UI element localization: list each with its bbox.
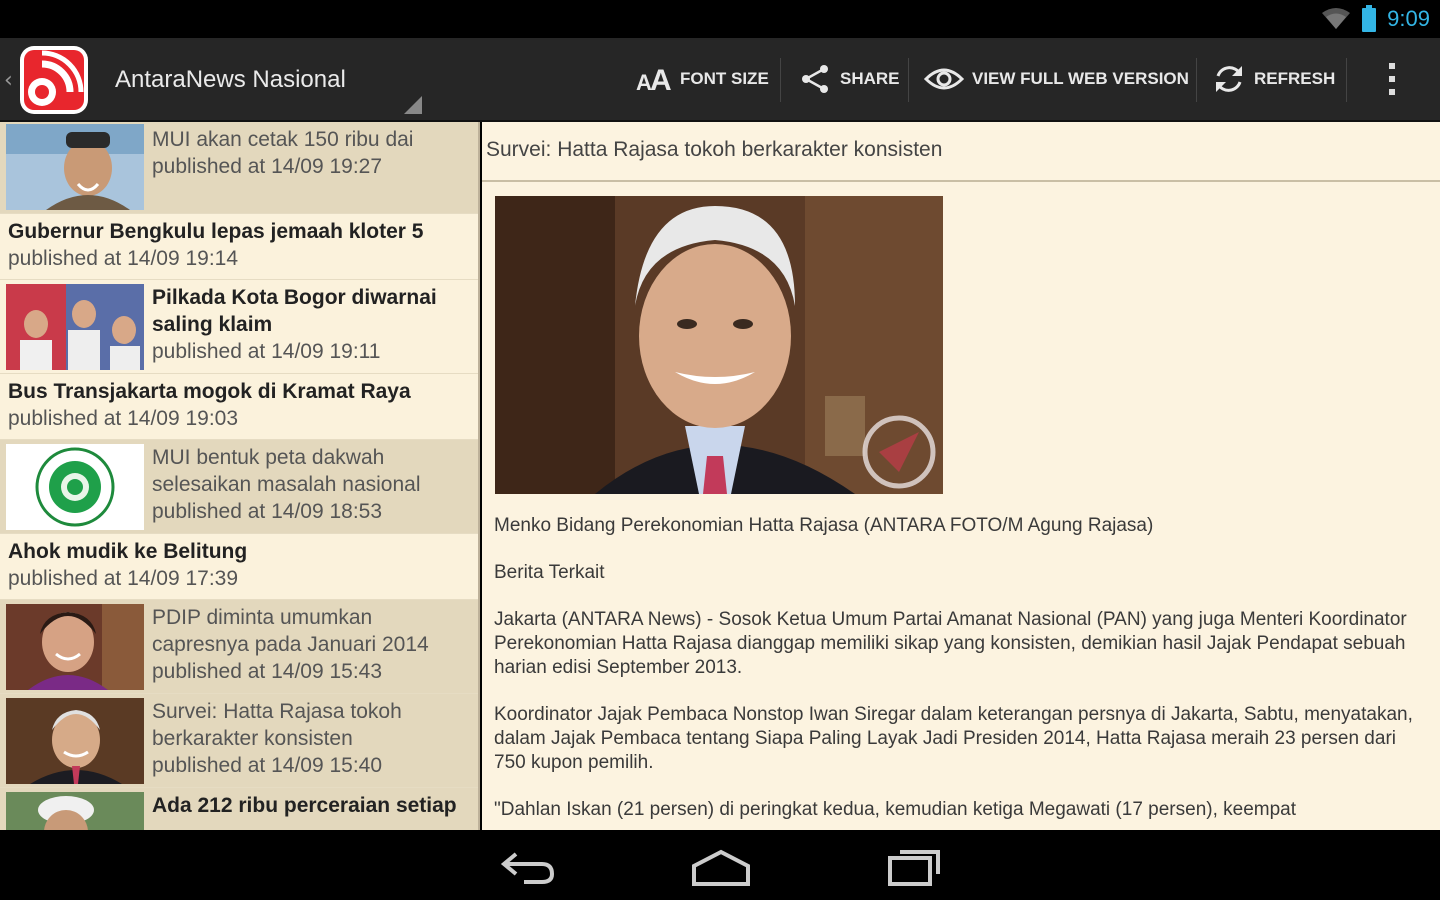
app-title[interactable]: AntaraNews Nasional <box>115 66 346 94</box>
article-thumbnail <box>6 604 144 690</box>
article-title: Gubernur Bengkulu lepas jemaah kloter 5 <box>8 220 424 243</box>
list-item[interactable]: Pilkada Kota Bogor diwarnai saling klaim… <box>0 280 478 374</box>
list-item[interactable]: Ada 212 ribu perceraian setiap <box>0 788 478 830</box>
list-item[interactable]: Survei: Hatta Rajasa tokoh berkarakter k… <box>0 694 478 788</box>
eye-icon <box>924 68 964 90</box>
article-published: published at 14/09 19:14 <box>8 247 239 270</box>
photo-caption: Menko Bidang Perekonomian Hatta Rajasa (… <box>494 515 1154 536</box>
list-item[interactable]: PDIP diminta umumkan capresnya pada Janu… <box>0 600 478 694</box>
list-item[interactable]: Gubernur Bengkulu lepas jemaah kloter 5 … <box>0 214 478 280</box>
article-detail[interactable]: Survei: Hatta Rajasa tokoh berkarakter k… <box>482 122 1440 830</box>
list-item[interactable]: MUI akan cetak 150 ribu dai published at… <box>0 122 478 214</box>
list-item-text: Bus Transjakarta mogok di Kramat Raya pu… <box>0 374 478 436</box>
article-title: MUI bentuk peta dakwah selesaikan masala… <box>152 446 421 496</box>
list-item[interactable]: Bus Transjakarta mogok di Kramat Raya pu… <box>0 374 478 440</box>
font-size-button[interactable]: A A FONT SIZE <box>636 38 769 120</box>
clock: 9:09 <box>1387 6 1430 31</box>
share-button[interactable]: SHARE <box>800 38 900 120</box>
article-published: published at 14/09 19:03 <box>8 407 239 430</box>
article-title: Ada 212 ribu perceraian setiap <box>152 794 457 817</box>
home-icon[interactable] <box>686 844 756 888</box>
article-body: Menko Bidang Perekonomian Hatta Rajasa (… <box>494 514 1414 830</box>
action-bar: ‹ AntaraNews Nasional A A FONT SIZE SHAR… <box>0 38 1440 122</box>
font-size-label: FONT SIZE <box>680 69 769 88</box>
divider <box>780 58 781 102</box>
recent-apps-icon[interactable] <box>880 844 950 888</box>
overflow-menu-button[interactable] <box>1380 38 1404 120</box>
up-caret-icon[interactable]: ‹ <box>4 68 13 93</box>
divider <box>482 180 1440 182</box>
font-size-icon: A A <box>636 64 672 94</box>
article-thumbnail <box>6 792 144 830</box>
app-logo-icon[interactable] <box>18 44 90 116</box>
article-published: published at 14/09 19:11 <box>152 340 381 363</box>
article-title: MUI akan cetak 150 ribu dai <box>152 128 414 151</box>
share-icon <box>802 65 828 93</box>
view-full-web-label: VIEW FULL WEB VERSION <box>972 69 1189 88</box>
navigation-bar <box>0 830 1440 900</box>
article-thumbnail <box>6 444 144 530</box>
refresh-icon <box>1216 66 1242 92</box>
overflow-menu-icon <box>1389 63 1395 95</box>
share-label: SHARE <box>840 69 900 88</box>
article-list[interactable]: MUI akan cetak 150 ribu dai published at… <box>0 122 480 830</box>
article-title: Ahok mudik ke Belitung <box>8 540 248 563</box>
wifi-icon <box>1322 8 1351 29</box>
article-thumbnail <box>6 284 144 370</box>
refresh-label: REFRESH <box>1254 69 1336 88</box>
article-title: PDIP diminta umumkan capresnya pada Janu… <box>152 606 429 656</box>
body-paragraph: Jakarta (ANTARA News) - Sosok Ketua Umum… <box>494 609 1407 678</box>
article-published: published at 14/09 15:43 <box>152 660 383 683</box>
related-heading[interactable]: Berita Terkait <box>494 561 1414 585</box>
battery-icon <box>1362 5 1377 32</box>
body-paragraph: Koordinator Jajak Pembaca Nonstop Iwan S… <box>494 704 1413 773</box>
list-item[interactable]: Ahok mudik ke Belitung published at 14/0… <box>0 534 478 600</box>
divider <box>1196 58 1197 102</box>
article-thumbnail <box>6 698 144 784</box>
detail-title: Survei: Hatta Rajasa tokoh berkarakter k… <box>486 138 943 161</box>
back-icon[interactable] <box>494 844 564 888</box>
list-item[interactable]: MUI bentuk peta dakwah selesaikan masala… <box>0 440 478 534</box>
article-published: published at 14/09 18:53 <box>152 500 383 523</box>
article-published: published at 14/09 17:39 <box>8 567 239 590</box>
list-item-text: Ahok mudik ke Belitung published at 14/0… <box>0 534 478 596</box>
article-published: published at 14/09 15:40 <box>152 754 383 777</box>
spinner-indicator-icon[interactable] <box>404 96 422 114</box>
divider <box>908 58 909 102</box>
article-thumbnail <box>6 124 144 210</box>
list-item-text: Gubernur Bengkulu lepas jemaah kloter 5 … <box>0 214 478 276</box>
refresh-button[interactable]: REFRESH <box>1212 38 1335 120</box>
body-paragraph: "Dahlan Iskan (21 persen) di peringkat k… <box>494 799 1297 820</box>
article-title: Survei: Hatta Rajasa tokoh berkarakter k… <box>152 700 402 750</box>
svg-text:A: A <box>650 64 672 94</box>
article-title: Pilkada Kota Bogor diwarnai saling klaim <box>152 286 437 336</box>
divider <box>1346 58 1347 102</box>
article-title: Bus Transjakarta mogok di Kramat Raya <box>8 380 411 403</box>
view-full-web-button[interactable]: VIEW FULL WEB VERSION <box>924 38 1189 120</box>
status-bar: 9:09 <box>0 0 1440 38</box>
article-published: published at 14/09 19:27 <box>152 155 383 178</box>
article-photo <box>495 196 943 494</box>
